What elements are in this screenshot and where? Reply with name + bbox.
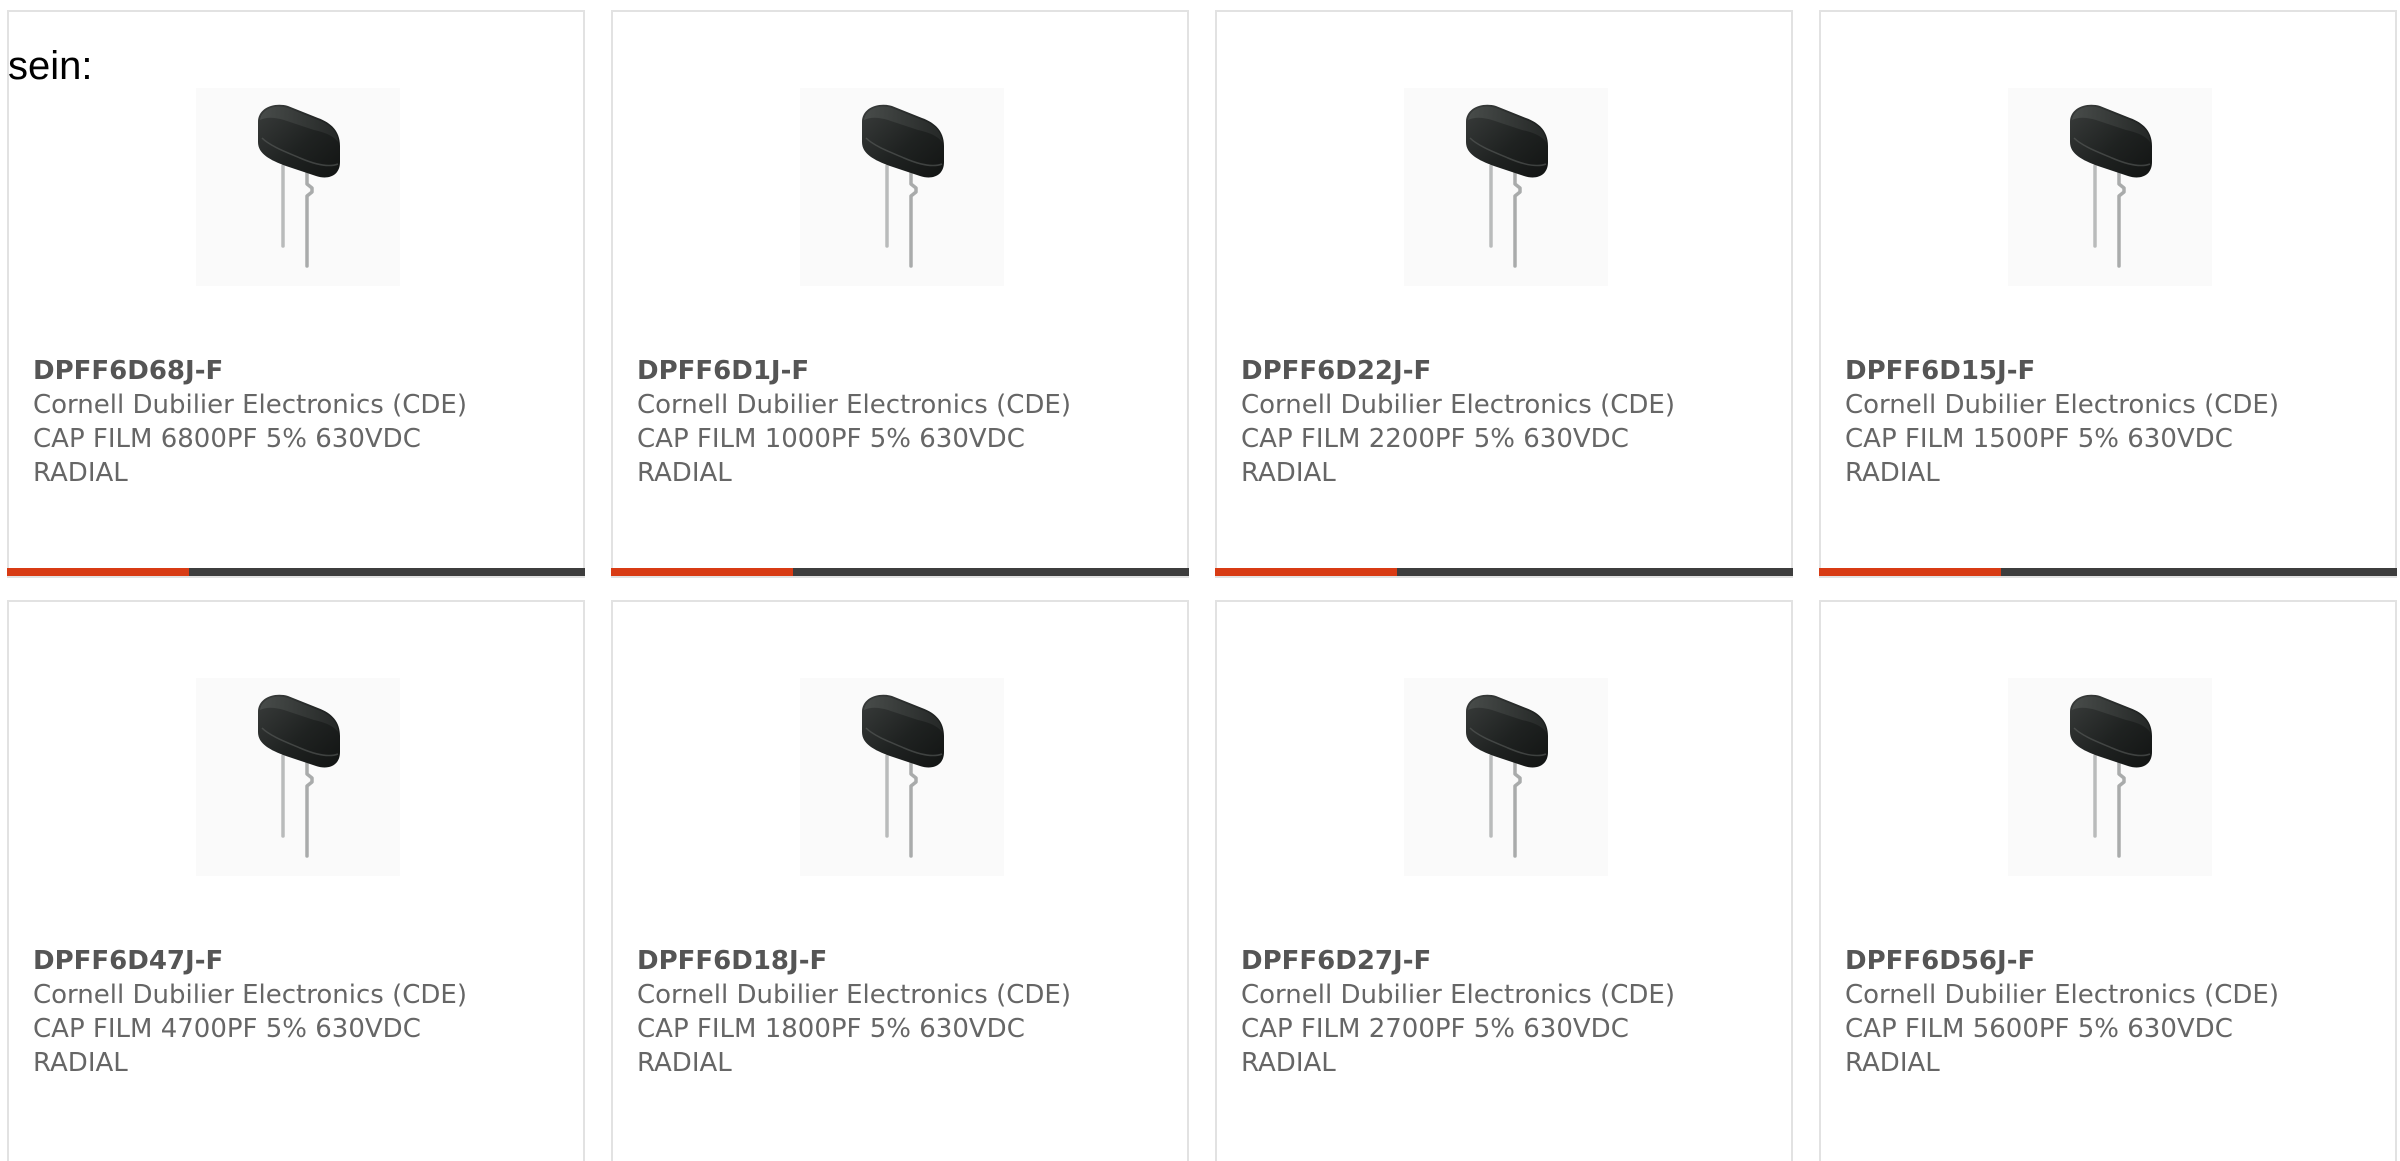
part-number-link[interactable]: DPFF6D27J-F — [1241, 944, 1781, 978]
product-info: DPFF6D56J-F Cornell Dubilier Electronics… — [1845, 944, 2385, 1080]
product-description-cont: RADIAL — [637, 1048, 732, 1078]
product-description: CAP FILM 4700PF 5% 630VDC — [33, 1014, 421, 1044]
capacitor-image[interactable] — [800, 88, 1004, 286]
capacitor-image[interactable] — [196, 678, 400, 876]
product-info: DPFF6D27J-F Cornell Dubilier Electronics… — [1241, 944, 1781, 1080]
product-card[interactable]: DPFF6D47J-F Cornell Dubilier Electronics… — [7, 600, 585, 1161]
product-description-cont: RADIAL — [637, 458, 732, 488]
product-description: CAP FILM 6800PF 5% 630VDC — [33, 424, 421, 454]
intro-text: sein: — [8, 44, 93, 88]
product-description-cont: RADIAL — [1845, 458, 1940, 488]
product-info: DPFF6D15J-F Cornell Dubilier Electronics… — [1845, 354, 2385, 490]
manufacturer-name: Cornell Dubilier Electronics (CDE) — [33, 390, 467, 420]
card-accent-segment — [7, 568, 189, 576]
manufacturer-name: Cornell Dubilier Electronics (CDE) — [1241, 390, 1675, 420]
product-card[interactable]: DPFF6D27J-F Cornell Dubilier Electronics… — [1215, 600, 1793, 1161]
product-description: CAP FILM 1800PF 5% 630VDC — [637, 1014, 1025, 1044]
product-card[interactable]: DPFF6D68J-F Cornell Dubilier Electronics… — [7, 10, 585, 578]
product-card[interactable]: DPFF6D56J-F Cornell Dubilier Electronics… — [1819, 600, 2397, 1161]
part-number-link[interactable]: DPFF6D56J-F — [1845, 944, 2385, 978]
part-number-link[interactable]: DPFF6D47J-F — [33, 944, 573, 978]
card-accent-bar — [1215, 568, 1793, 576]
card-accent-segment — [611, 568, 793, 576]
part-number-link[interactable]: DPFF6D18J-F — [637, 944, 1177, 978]
card-accent-segment — [1819, 568, 2001, 576]
product-description: CAP FILM 2700PF 5% 630VDC — [1241, 1014, 1629, 1044]
capacitor-image[interactable] — [2008, 88, 2212, 286]
product-card[interactable]: DPFF6D1J-F Cornell Dubilier Electronics … — [611, 10, 1189, 578]
manufacturer-name: Cornell Dubilier Electronics (CDE) — [637, 980, 1071, 1010]
card-accent-segment — [1215, 568, 1397, 576]
product-card[interactable]: DPFF6D22J-F Cornell Dubilier Electronics… — [1215, 10, 1793, 578]
product-description-cont: RADIAL — [1241, 1048, 1336, 1078]
product-description: CAP FILM 1500PF 5% 630VDC — [1845, 424, 2233, 454]
product-description-cont: RADIAL — [1241, 458, 1336, 488]
product-description: CAP FILM 1000PF 5% 630VDC — [637, 424, 1025, 454]
manufacturer-name: Cornell Dubilier Electronics (CDE) — [1845, 390, 2279, 420]
product-info: DPFF6D47J-F Cornell Dubilier Electronics… — [33, 944, 573, 1080]
part-number-link[interactable]: DPFF6D68J-F — [33, 354, 573, 388]
card-accent-bar — [611, 568, 1189, 576]
product-grid-page: sein: DPFF6D68J-F Cornell Dubilier Elect… — [0, 0, 2400, 1161]
capacitor-image[interactable] — [1404, 88, 1608, 286]
product-card[interactable]: DPFF6D18J-F Cornell Dubilier Electronics… — [611, 600, 1189, 1161]
manufacturer-name: Cornell Dubilier Electronics (CDE) — [1845, 980, 2279, 1010]
manufacturer-name: Cornell Dubilier Electronics (CDE) — [637, 390, 1071, 420]
capacitor-image[interactable] — [1404, 678, 1608, 876]
product-info: DPFF6D22J-F Cornell Dubilier Electronics… — [1241, 354, 1781, 490]
product-description: CAP FILM 2200PF 5% 630VDC — [1241, 424, 1629, 454]
capacitor-image[interactable] — [800, 678, 1004, 876]
product-description-cont: RADIAL — [1845, 1048, 1940, 1078]
capacitor-image[interactable] — [196, 88, 400, 286]
product-info: DPFF6D1J-F Cornell Dubilier Electronics … — [637, 354, 1177, 490]
product-info: DPFF6D18J-F Cornell Dubilier Electronics… — [637, 944, 1177, 1080]
capacitor-image[interactable] — [2008, 678, 2212, 876]
card-accent-bar — [7, 568, 585, 576]
product-description-cont: RADIAL — [33, 1048, 128, 1078]
product-description: CAP FILM 5600PF 5% 630VDC — [1845, 1014, 2233, 1044]
manufacturer-name: Cornell Dubilier Electronics (CDE) — [1241, 980, 1675, 1010]
card-accent-bar — [1819, 568, 2397, 576]
part-number-link[interactable]: DPFF6D1J-F — [637, 354, 1177, 388]
manufacturer-name: Cornell Dubilier Electronics (CDE) — [33, 980, 467, 1010]
part-number-link[interactable]: DPFF6D22J-F — [1241, 354, 1781, 388]
product-info: DPFF6D68J-F Cornell Dubilier Electronics… — [33, 354, 573, 490]
product-description-cont: RADIAL — [33, 458, 128, 488]
product-card[interactable]: DPFF6D15J-F Cornell Dubilier Electronics… — [1819, 10, 2397, 578]
part-number-link[interactable]: DPFF6D15J-F — [1845, 354, 2385, 388]
